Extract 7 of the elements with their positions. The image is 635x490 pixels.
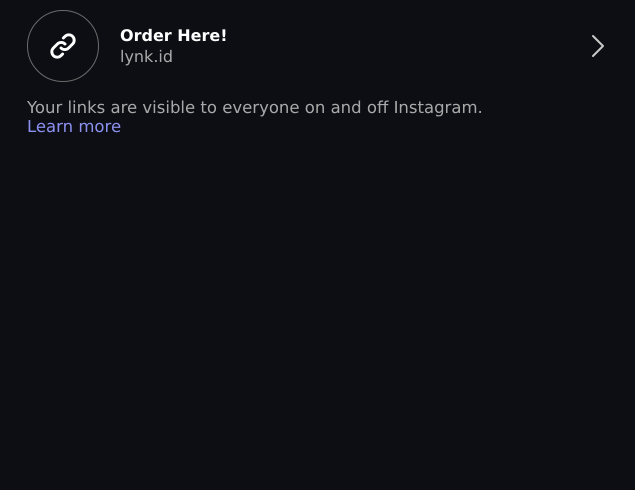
link-title: Order Here!	[120, 26, 229, 45]
visibility-notice: Your links are visible to everyone on and off Instagram.	[27, 98, 484, 117]
chevron-right-icon	[591, 34, 605, 58]
learn-more-link[interactable]: Learn more	[27, 117, 122, 136]
link-row[interactable]: Order Here! lynk.id	[27, 10, 635, 82]
link-icon	[27, 10, 99, 82]
link-url: lynk.id	[120, 47, 174, 66]
